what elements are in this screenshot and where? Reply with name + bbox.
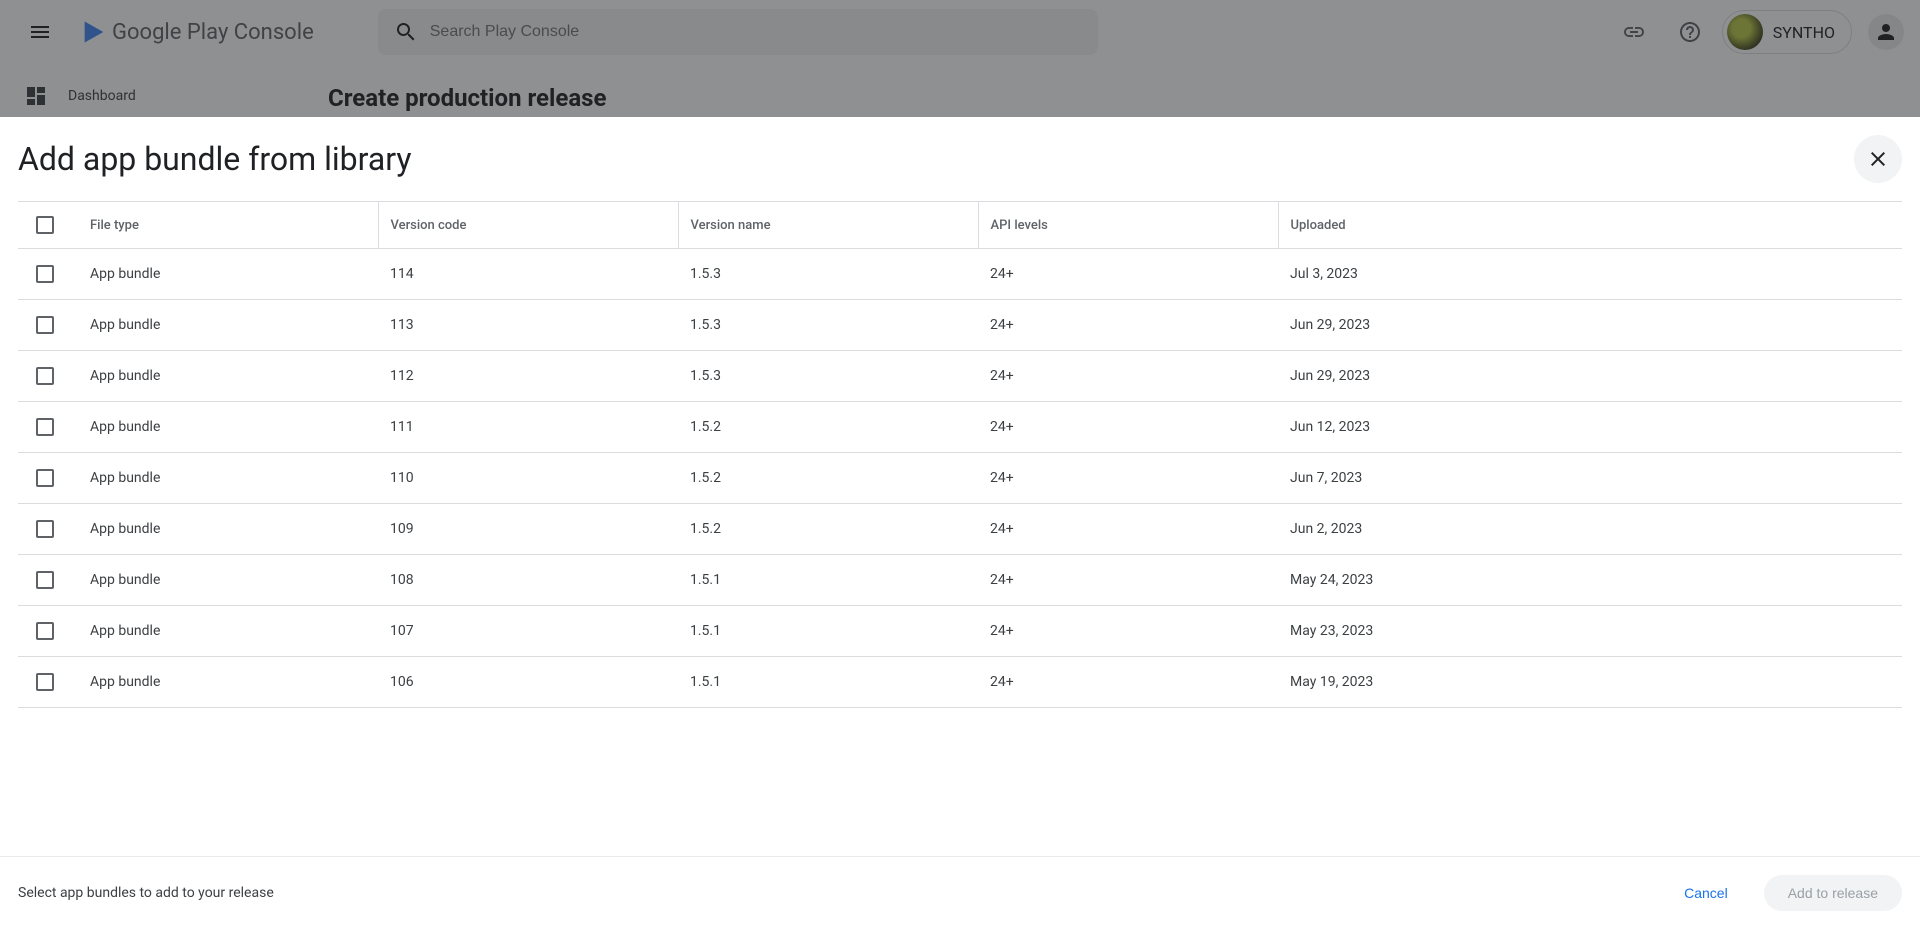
row-checkbox[interactable] (36, 622, 54, 640)
column-header-file-type[interactable]: File type (78, 202, 378, 249)
cell-uploaded: May 19, 2023 (1278, 657, 1902, 708)
table-row: App bundle 110 1.5.2 24+ Jun 7, 2023 (18, 453, 1902, 504)
cell-version-code: 109 (378, 504, 678, 555)
cell-version-name: 1.5.3 (678, 300, 978, 351)
cell-version-name: 1.5.2 (678, 504, 978, 555)
dialog-actions: Cancel Add to release (1660, 875, 1902, 911)
cell-file-type: App bundle (78, 351, 378, 402)
table-row: App bundle 107 1.5.1 24+ May 23, 2023 (18, 606, 1902, 657)
cell-version-code: 111 (378, 402, 678, 453)
cell-api-levels: 24+ (978, 606, 1278, 657)
row-checkbox[interactable] (36, 265, 54, 283)
cell-uploaded: Jun 12, 2023 (1278, 402, 1902, 453)
cell-uploaded: Jul 3, 2023 (1278, 249, 1902, 300)
cell-version-name: 1.5.1 (678, 657, 978, 708)
column-header-version-code[interactable]: Version code (378, 202, 678, 249)
cell-api-levels: 24+ (978, 453, 1278, 504)
column-header-version-name[interactable]: Version name (678, 202, 978, 249)
row-checkbox[interactable] (36, 673, 54, 691)
cell-file-type: App bundle (78, 300, 378, 351)
table-row: App bundle 113 1.5.3 24+ Jun 29, 2023 (18, 300, 1902, 351)
cell-uploaded: Jun 29, 2023 (1278, 351, 1902, 402)
cell-version-code: 107 (378, 606, 678, 657)
cell-version-code: 112 (378, 351, 678, 402)
table-row: App bundle 106 1.5.1 24+ May 19, 2023 (18, 657, 1902, 708)
cell-file-type: App bundle (78, 606, 378, 657)
row-checkbox[interactable] (36, 367, 54, 385)
close-icon (1866, 147, 1890, 171)
table-row: App bundle 114 1.5.3 24+ Jul 3, 2023 (18, 249, 1902, 300)
cell-version-name: 1.5.3 (678, 249, 978, 300)
cell-version-code: 108 (378, 555, 678, 606)
dialog-title: Add app bundle from library (18, 140, 412, 178)
bundle-table-container: File type Version code Version name API … (18, 201, 1902, 856)
table-row: App bundle 108 1.5.1 24+ May 24, 2023 (18, 555, 1902, 606)
cell-uploaded: Jun 29, 2023 (1278, 300, 1902, 351)
cell-api-levels: 24+ (978, 300, 1278, 351)
bundle-table: File type Version code Version name API … (18, 202, 1902, 708)
add-bundle-dialog: Add app bundle from library File type Ve… (0, 117, 1920, 929)
cell-api-levels: 24+ (978, 504, 1278, 555)
cell-version-code: 110 (378, 453, 678, 504)
column-header-uploaded[interactable]: Uploaded (1278, 202, 1902, 249)
cell-uploaded: May 23, 2023 (1278, 606, 1902, 657)
table-row: App bundle 112 1.5.3 24+ Jun 29, 2023 (18, 351, 1902, 402)
cell-file-type: App bundle (78, 453, 378, 504)
cell-version-code: 113 (378, 300, 678, 351)
cell-version-name: 1.5.1 (678, 555, 978, 606)
row-checkbox[interactable] (36, 469, 54, 487)
cell-uploaded: Jun 2, 2023 (1278, 504, 1902, 555)
cell-api-levels: 24+ (978, 249, 1278, 300)
column-header-api-levels[interactable]: API levels (978, 202, 1278, 249)
select-all-header (18, 202, 78, 249)
cell-version-code: 106 (378, 657, 678, 708)
cell-version-name: 1.5.2 (678, 402, 978, 453)
dialog-header: Add app bundle from library (0, 117, 1920, 201)
cell-uploaded: Jun 7, 2023 (1278, 453, 1902, 504)
dialog-footer: Select app bundles to add to your releas… (0, 856, 1920, 929)
cell-api-levels: 24+ (978, 657, 1278, 708)
row-checkbox[interactable] (36, 418, 54, 436)
cell-version-name: 1.5.3 (678, 351, 978, 402)
cell-api-levels: 24+ (978, 351, 1278, 402)
row-checkbox[interactable] (36, 520, 54, 538)
add-to-release-button[interactable]: Add to release (1764, 875, 1902, 911)
table-row: App bundle 111 1.5.2 24+ Jun 12, 2023 (18, 402, 1902, 453)
footer-hint: Select app bundles to add to your releas… (18, 885, 274, 901)
cell-api-levels: 24+ (978, 402, 1278, 453)
cell-api-levels: 24+ (978, 555, 1278, 606)
cell-version-code: 114 (378, 249, 678, 300)
row-checkbox[interactable] (36, 571, 54, 589)
cell-file-type: App bundle (78, 504, 378, 555)
cell-file-type: App bundle (78, 249, 378, 300)
cell-uploaded: May 24, 2023 (1278, 555, 1902, 606)
cell-file-type: App bundle (78, 555, 378, 606)
cell-file-type: App bundle (78, 402, 378, 453)
cell-file-type: App bundle (78, 657, 378, 708)
table-row: App bundle 109 1.5.2 24+ Jun 2, 2023 (18, 504, 1902, 555)
cancel-button[interactable]: Cancel (1660, 875, 1752, 911)
cell-version-name: 1.5.1 (678, 606, 978, 657)
close-button[interactable] (1854, 135, 1902, 183)
select-all-checkbox[interactable] (36, 216, 54, 234)
cell-version-name: 1.5.2 (678, 453, 978, 504)
row-checkbox[interactable] (36, 316, 54, 334)
